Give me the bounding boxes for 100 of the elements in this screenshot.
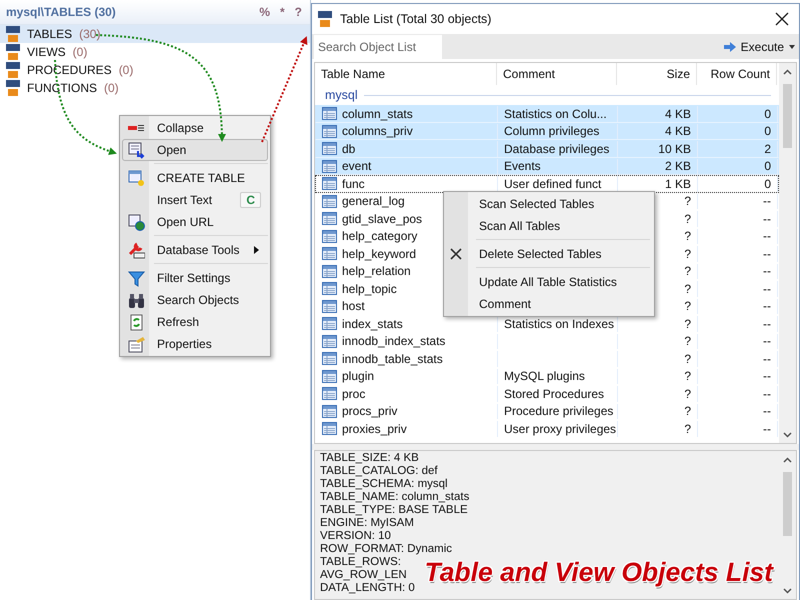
menu-item[interactable]: Collapse bbox=[122, 117, 268, 139]
row-count: -- bbox=[763, 246, 771, 261]
table-name: event bbox=[342, 159, 372, 174]
table-row[interactable]: procs_priv Procedure privileges ? -- bbox=[315, 402, 779, 420]
menu-label: Scan Selected Tables bbox=[479, 197, 594, 211]
toolbar-button[interactable]: ? bbox=[294, 5, 302, 19]
table-icon bbox=[322, 282, 337, 296]
group-label: mysql bbox=[325, 88, 358, 102]
table-size: 2 KB bbox=[664, 159, 691, 174]
table-name: innodb_index_stats bbox=[342, 334, 446, 348]
table-arrow-icon bbox=[128, 142, 144, 158]
menu-label: Insert Text bbox=[157, 193, 214, 207]
scrollbar-thumb[interactable] bbox=[783, 472, 792, 536]
table-size: 4 KB bbox=[664, 106, 691, 121]
new-table-icon bbox=[128, 170, 144, 186]
execute-button[interactable]: Execute bbox=[724, 40, 795, 54]
table-icon bbox=[322, 212, 337, 226]
menu-item[interactable]: Refresh bbox=[122, 311, 268, 333]
item-label: VIEWS bbox=[27, 45, 66, 59]
table-row[interactable]: column_stats Statistics on Colu... 4 KB 0 bbox=[315, 105, 779, 122]
menu-item[interactable]: Delete Selected Tables bbox=[444, 243, 654, 265]
table-name: general_log bbox=[342, 194, 405, 208]
table-row[interactable]: innodb_index_stats ? -- bbox=[315, 332, 779, 350]
globe-icon bbox=[128, 214, 144, 230]
table-comment: Statistics on Indexes bbox=[504, 316, 614, 331]
table-name: index_stats bbox=[342, 316, 403, 331]
menu-label: Properties bbox=[157, 337, 213, 351]
detail-line: AVG_ROW_LEN bbox=[320, 569, 407, 582]
column-header[interactable]: Row Count bbox=[697, 63, 777, 85]
detail-line: TABLE_NAME: column_stats bbox=[320, 491, 470, 504]
table-icon bbox=[322, 230, 337, 243]
table-size: ? bbox=[684, 212, 691, 226]
tree-item[interactable]: VIEWS (0) bbox=[0, 43, 310, 61]
table-comment: Column privileges bbox=[504, 124, 600, 138]
close-icon bbox=[775, 12, 789, 26]
menu-item[interactable]: Database Tools bbox=[122, 239, 268, 261]
menu-item[interactable]: Open bbox=[122, 139, 268, 161]
filter-icon bbox=[128, 270, 144, 286]
detail-line: TABLE_TYPE: BASE TABLE bbox=[320, 504, 468, 517]
column-header[interactable]: Table Name bbox=[315, 63, 497, 85]
panel-title: mysql\TABLES (30) bbox=[6, 5, 116, 19]
item-count: (0) bbox=[72, 45, 88, 59]
menu-item[interactable]: Comment bbox=[444, 293, 654, 315]
menu-item[interactable]: Scan Selected Tables bbox=[444, 193, 654, 215]
table-size: ? bbox=[684, 369, 691, 384]
row-count: -- bbox=[763, 352, 771, 366]
table-name: help_relation bbox=[342, 264, 411, 278]
table-size: ? bbox=[684, 246, 691, 261]
table-row[interactable]: event Events 2 KB 0 bbox=[315, 158, 779, 175]
table-size: ? bbox=[684, 229, 691, 244]
delete-icon bbox=[450, 248, 462, 260]
tree-item[interactable]: FUNCTIONS (0) bbox=[0, 79, 310, 97]
table-size: ? bbox=[684, 299, 691, 314]
table-size: 1 KB bbox=[664, 176, 691, 191]
scrollbar-thumb[interactable] bbox=[783, 84, 792, 148]
column-header[interactable]: Comment bbox=[497, 63, 617, 85]
table-name: columns_priv bbox=[342, 124, 413, 138]
row-count: 0 bbox=[764, 106, 771, 121]
column-header[interactable]: Size bbox=[617, 63, 697, 85]
menu-item[interactable]: Open URL bbox=[122, 211, 268, 233]
table-row[interactable]: innodb_table_stats ? -- bbox=[315, 350, 779, 368]
table-icon bbox=[322, 352, 337, 366]
menu-item[interactable]: CREATE TABLE bbox=[122, 167, 268, 189]
table-row[interactable]: proxies_priv User proxy privileges ? -- bbox=[315, 420, 779, 438]
table-icon bbox=[322, 334, 337, 348]
tree-item[interactable]: PROCEDURES (0) bbox=[0, 61, 310, 79]
menu-item[interactable]: Search Objects bbox=[122, 289, 268, 311]
item-count: (30) bbox=[79, 27, 100, 41]
menu-item[interactable]: Insert Text C bbox=[122, 189, 268, 211]
menu-item[interactable]: Update All Table Statistics bbox=[444, 271, 654, 293]
toolbar-button[interactable]: * bbox=[280, 5, 285, 19]
row-count: -- bbox=[763, 422, 771, 436]
menu-item[interactable]: Properties bbox=[122, 333, 268, 355]
table-row[interactable]: db Database privileges 10 KB 2 bbox=[315, 140, 779, 158]
table-row[interactable]: plugin MySQL plugins ? -- bbox=[315, 368, 779, 385]
menu-item[interactable]: Scan All Tables bbox=[444, 215, 654, 237]
database-icon bbox=[318, 11, 332, 27]
search-field[interactable]: Search Object List bbox=[314, 34, 442, 58]
splitter[interactable] bbox=[312, 444, 799, 450]
row-count: -- bbox=[763, 282, 771, 296]
table-comment: Database privileges bbox=[504, 142, 610, 156]
toolbar-button[interactable]: % bbox=[259, 5, 270, 19]
table-row[interactable]: columns_priv Column privileges 4 KB 0 bbox=[315, 122, 779, 140]
table-comment: Stored Procedures bbox=[504, 386, 604, 401]
table-name: gtid_slave_pos bbox=[342, 212, 422, 226]
detail-line: VERSION: 10 bbox=[320, 530, 391, 543]
table-icon bbox=[322, 177, 337, 190]
table-row[interactable]: proc Stored Procedures ? -- bbox=[315, 385, 779, 402]
table-icon bbox=[322, 422, 337, 436]
detail-line: TABLE_SIZE: 4 KB bbox=[320, 452, 419, 465]
table-comment: User proxy privileges bbox=[504, 422, 616, 436]
row-count: -- bbox=[763, 386, 771, 401]
tree-item[interactable]: TABLES (30) bbox=[0, 25, 310, 43]
detail-line: ROW_FORMAT: Dynamic bbox=[320, 543, 452, 556]
properties-icon bbox=[128, 336, 144, 352]
menu-item[interactable]: Filter Settings bbox=[122, 267, 268, 289]
menu-label: Refresh bbox=[157, 315, 200, 329]
detail-line: TABLE_ROWS: bbox=[320, 556, 401, 569]
detail-line: DATA_LENGTH: 0 bbox=[320, 582, 415, 595]
menu-label: Comment bbox=[479, 297, 532, 311]
